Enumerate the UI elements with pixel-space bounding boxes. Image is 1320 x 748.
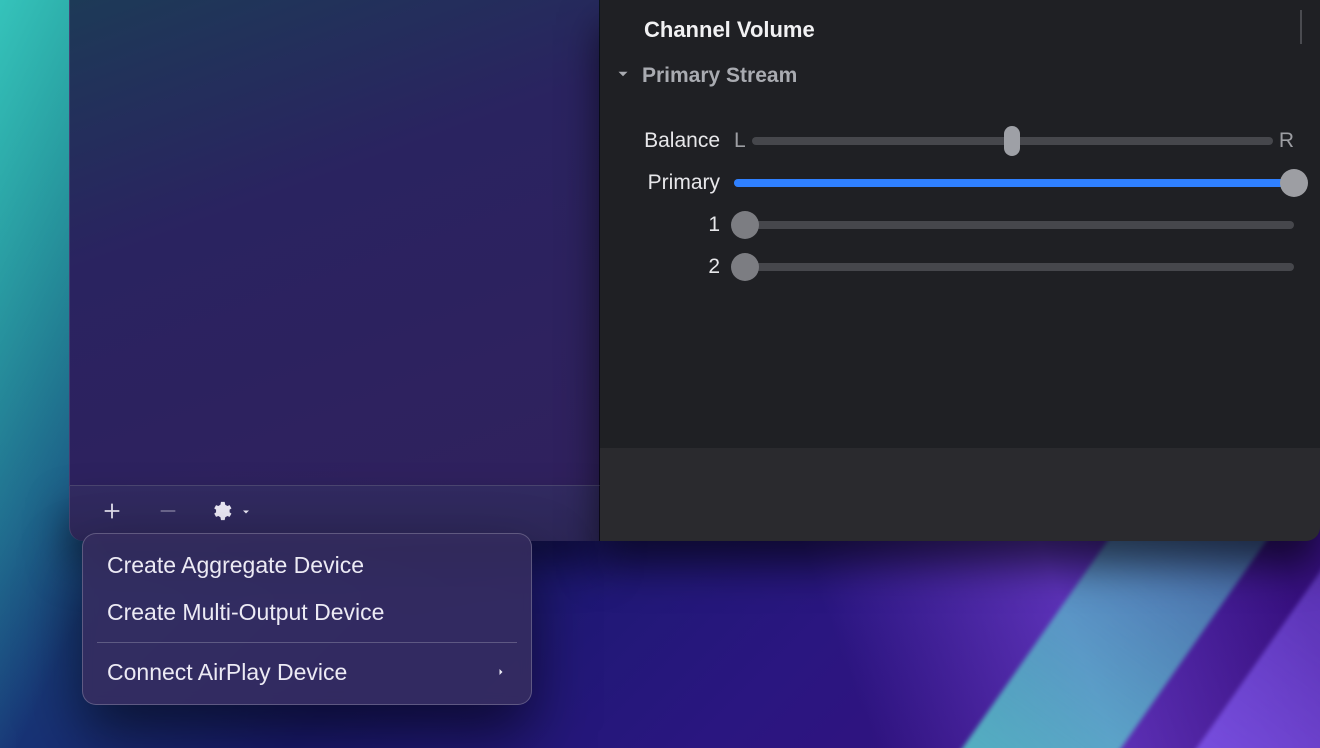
primary-stream-disclosure[interactable]: Primary Stream — [614, 64, 797, 88]
channel-1-slider-thumb[interactable] — [731, 211, 759, 239]
balance-slider[interactable] — [752, 126, 1273, 156]
minus-icon — [157, 500, 179, 527]
sidebar-panel — [69, 0, 600, 485]
chevron-right-icon — [495, 659, 507, 686]
channel-2-row: 2 — [600, 246, 1300, 288]
primary-slider[interactable] — [734, 168, 1294, 198]
slider-group: Balance L R Primary 1 — [600, 120, 1300, 288]
slider-track — [734, 221, 1294, 229]
primary-slider-thumb[interactable] — [1280, 169, 1308, 197]
menu-item-connect-airplay[interactable]: Connect AirPlay Device — [83, 649, 531, 696]
balance-right-label: R — [1273, 129, 1300, 153]
add-button[interactable] — [98, 500, 126, 528]
balance-slider-thumb[interactable] — [1004, 126, 1020, 156]
primary-stream-label: Primary Stream — [642, 64, 797, 88]
channel-1-row: 1 — [600, 204, 1300, 246]
balance-label: Balance — [600, 129, 728, 153]
menu-item-label: Connect AirPlay Device — [107, 659, 347, 686]
primary-label: Primary — [600, 171, 728, 195]
balance-row: Balance L R — [600, 120, 1300, 162]
menu-item-label: Create Multi-Output Device — [107, 599, 384, 626]
add-device-menu: Create Aggregate Device Create Multi-Out… — [82, 533, 532, 705]
menu-separator — [97, 642, 517, 643]
menu-item-create-aggregate[interactable]: Create Aggregate Device — [83, 542, 531, 589]
primary-row: Primary — [600, 162, 1300, 204]
channel-2-slider[interactable] — [734, 252, 1294, 282]
channel-2-slider-thumb[interactable] — [731, 253, 759, 281]
panel-bottom-bar — [600, 448, 1320, 541]
balance-left-label: L — [728, 129, 752, 153]
chevron-down-icon — [614, 65, 632, 88]
channel-volume-label: Channel Volume — [644, 17, 815, 43]
slider-track — [734, 263, 1294, 271]
slider-track — [734, 179, 1294, 187]
channel-1-label: 1 — [600, 213, 728, 237]
main-panel: Channel Volume Primary Stream Balance L … — [600, 0, 1320, 541]
slider-fill — [734, 179, 1294, 187]
header-divider — [1300, 10, 1302, 44]
menu-item-create-multi-output[interactable]: Create Multi-Output Device — [83, 589, 531, 636]
settings-menu-button[interactable] — [210, 500, 252, 527]
gear-icon — [210, 500, 232, 527]
channel-1-slider[interactable] — [734, 210, 1294, 240]
menu-item-label: Create Aggregate Device — [107, 552, 364, 579]
chevron-down-icon — [240, 505, 252, 523]
remove-button — [154, 500, 182, 528]
plus-icon — [101, 500, 123, 527]
channel-2-label: 2 — [600, 255, 728, 279]
content-area: Channel Volume Primary Stream Balance L … — [600, 0, 1320, 448]
